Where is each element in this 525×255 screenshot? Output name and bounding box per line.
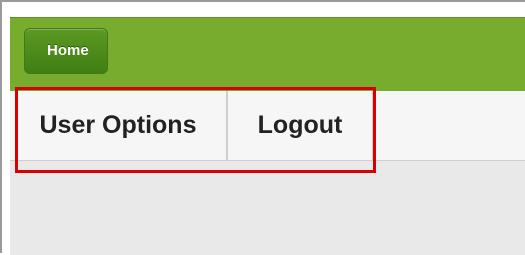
tab-logout-label: Logout [257,111,343,139]
app-frame: Home User Options Logout [0,0,525,255]
tab-logout[interactable]: Logout [228,91,374,160]
navbar: User Options Logout [10,91,525,161]
content-area [10,161,525,255]
home-button-label: Home [47,42,89,59]
tab-user-options-label: User Options [39,111,197,139]
tab-user-options[interactable]: User Options [10,91,228,160]
home-button[interactable]: Home [24,28,108,74]
header-bar: Home [10,17,525,92]
